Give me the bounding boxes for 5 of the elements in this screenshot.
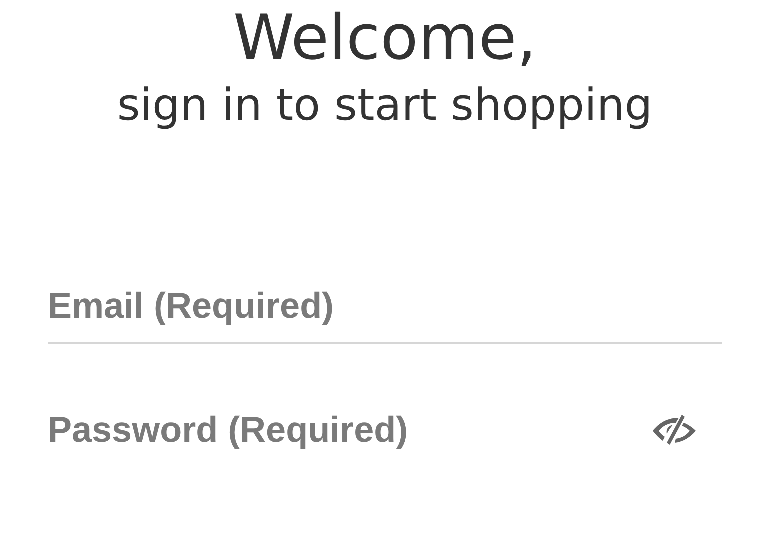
eye-slash-icon <box>651 414 699 446</box>
password-field[interactable]: Password (Required) <box>48 408 650 452</box>
welcome-title: Welcome, <box>233 2 537 74</box>
email-field[interactable]: Email (Required) <box>48 284 722 328</box>
welcome-subtitle: sign in to start shopping <box>117 79 653 133</box>
